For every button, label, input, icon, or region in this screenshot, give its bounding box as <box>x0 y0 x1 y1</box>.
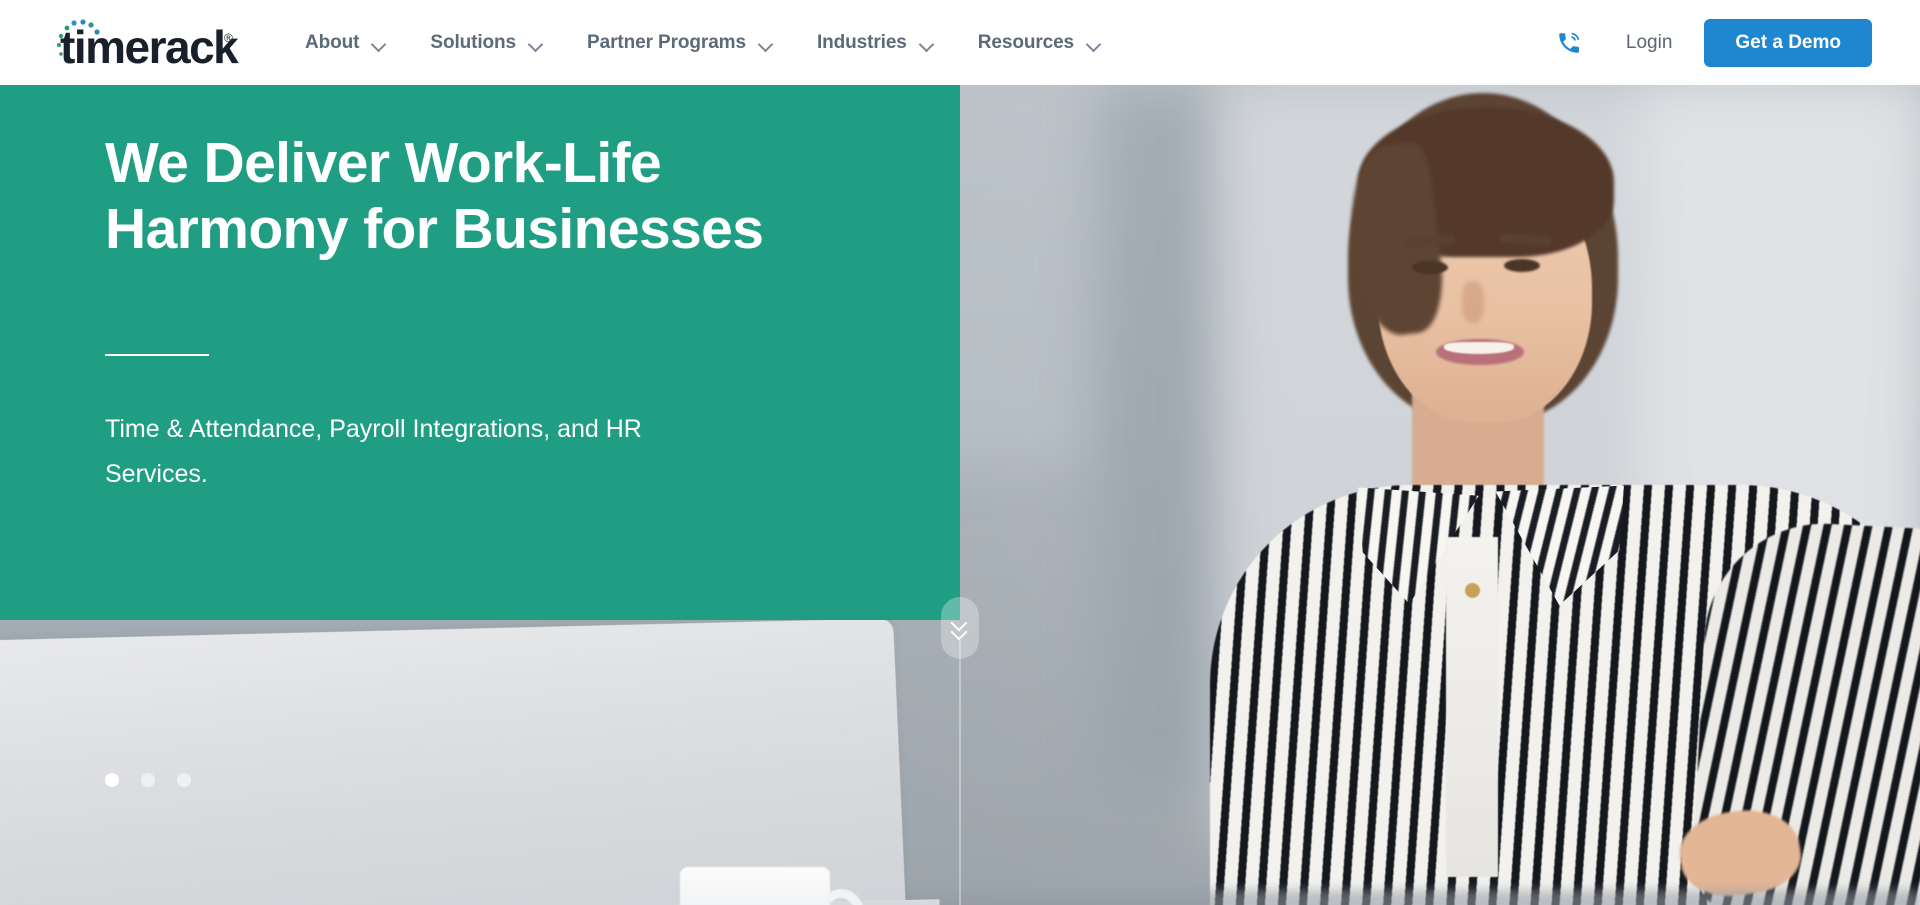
site-header: timerack ® About Solutions Partner Progr… <box>0 0 1920 85</box>
header-actions: Login Get a Demo <box>1546 0 1920 85</box>
chevron-down-icon <box>759 39 773 47</box>
get-a-demo-button[interactable]: Get a Demo <box>1704 18 1872 67</box>
eye <box>1504 259 1540 272</box>
nav-item-label: Solutions <box>430 31 517 53</box>
coffee-cup <box>670 867 870 905</box>
phone-button[interactable] <box>1546 20 1592 66</box>
nav-item-about[interactable]: About <box>283 0 408 85</box>
svg-text:®: ® <box>224 31 233 45</box>
shirt-button <box>1465 583 1480 598</box>
nav-item-label: About <box>305 31 360 53</box>
teeth <box>1444 342 1514 354</box>
nav-item-partner-programs[interactable]: Partner Programs <box>565 0 795 85</box>
svg-text:timerack: timerack <box>60 21 239 70</box>
cup-body <box>680 867 830 905</box>
nav-item-solutions[interactable]: Solutions <box>408 0 565 85</box>
carousel-dot-3[interactable] <box>177 773 191 787</box>
double-chevron-down-icon <box>950 614 970 641</box>
nav-item-label: Industries <box>816 31 907 53</box>
nav-item-resources[interactable]: Resources <box>956 0 1123 85</box>
carousel-pagination <box>105 773 191 787</box>
hero-subtitle: Time & Attendance, Payroll Integrations,… <box>105 415 642 488</box>
hero-text-panel: We Deliver Work-Life Harmony for Busines… <box>0 85 960 620</box>
nav-item-label: Partner Programs <box>587 31 746 53</box>
primary-navigation: About Solutions Partner Programs Industr… <box>283 0 1123 85</box>
chevron-down-icon <box>372 39 386 47</box>
scroll-down-button[interactable] <box>941 597 979 659</box>
nose <box>1462 281 1484 323</box>
scroll-guide-line <box>959 640 961 905</box>
hero-section: t We Deliver Work-Life Harmony for Busin… <box>0 85 1920 905</box>
laptop: t <box>0 618 907 905</box>
chevron-down-icon <box>1087 39 1101 47</box>
nav-item-label: Resources <box>977 31 1075 53</box>
hero-title: We Deliver Work-Life Harmony for Busines… <box>105 131 764 261</box>
carousel-dot-2[interactable] <box>141 773 155 787</box>
timerack-logo[interactable]: timerack ® <box>48 10 248 70</box>
person-figure <box>1140 85 1920 905</box>
eye <box>1412 261 1448 274</box>
nav-item-industries[interactable]: Industries <box>795 0 956 85</box>
chevron-down-icon <box>529 39 543 47</box>
phone-ring-icon <box>1559 32 1579 53</box>
chevron-down-icon <box>920 39 934 47</box>
hero-divider <box>105 354 209 356</box>
login-link[interactable]: Login <box>1604 32 1695 54</box>
timerack-logo-icon: timerack ® <box>57 19 241 70</box>
carousel-dot-1[interactable] <box>105 773 119 787</box>
